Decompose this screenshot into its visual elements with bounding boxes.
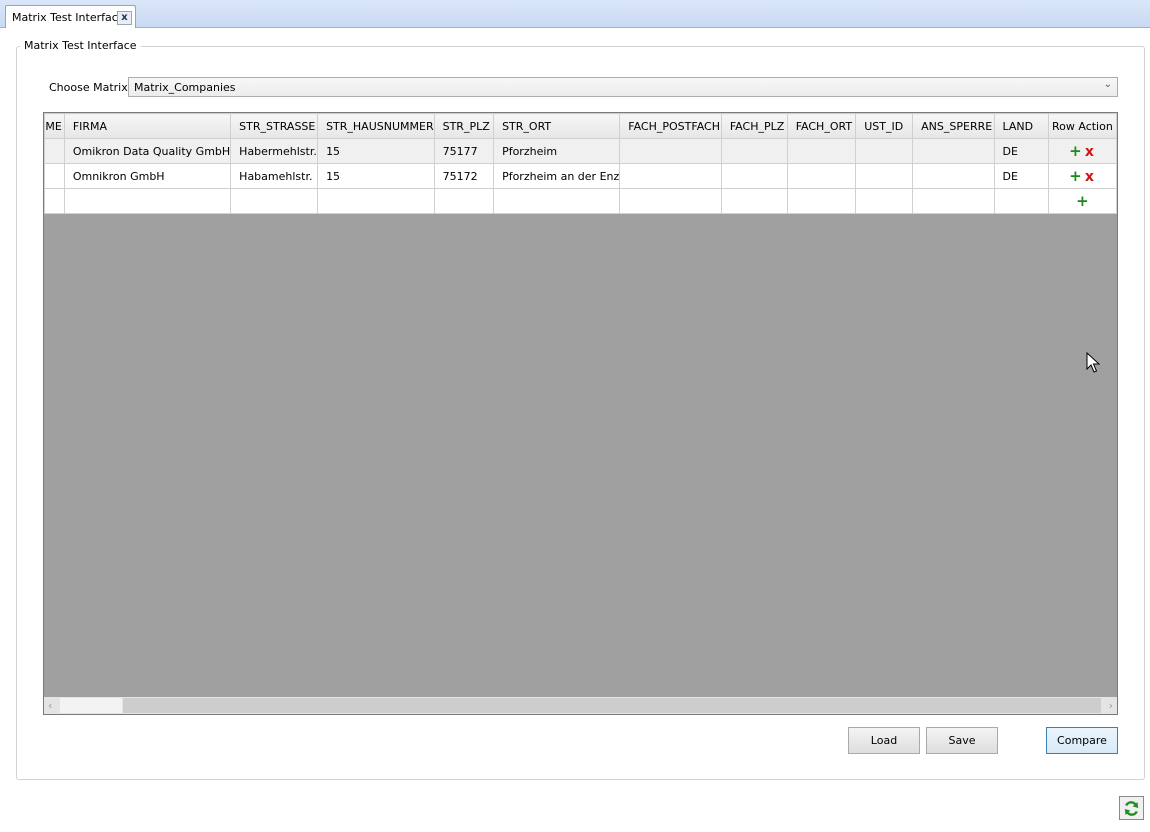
- tab-matrix-test-interface[interactable]: Matrix Test Interface x: [5, 5, 136, 28]
- column-header[interactable]: ANS_SPERRE: [912, 113, 995, 139]
- table-cell[interactable]: [786, 138, 857, 164]
- delete-icon[interactable]: x: [1082, 144, 1096, 160]
- table-cell[interactable]: [230, 188, 319, 214]
- table-cell[interactable]: [855, 138, 914, 164]
- table-cell[interactable]: Habamehlstr.: [230, 163, 319, 189]
- new-row: +: [44, 188, 1117, 214]
- table-cell[interactable]: [720, 188, 788, 214]
- horizontal-scrollbar[interactable]: ‹ ›: [44, 697, 1117, 714]
- table-cell[interactable]: [786, 188, 857, 214]
- table-cell[interactable]: 15: [317, 138, 435, 164]
- table-cell[interactable]: [63, 188, 232, 214]
- group-title: Matrix Test Interface: [20, 39, 141, 52]
- column-header[interactable]: FIRMA: [63, 113, 232, 139]
- table-cell[interactable]: [720, 138, 788, 164]
- row-action-cell: +: [1047, 188, 1117, 214]
- delete-icon[interactable]: x: [1082, 169, 1096, 185]
- table-cell[interactable]: [44, 188, 65, 214]
- column-header[interactable]: UST_ID: [855, 113, 914, 139]
- column-header[interactable]: ME: [44, 113, 65, 139]
- column-header[interactable]: FACH_ORT: [786, 113, 857, 139]
- table-cell[interactable]: [855, 188, 914, 214]
- table-cell[interactable]: 75177: [433, 138, 495, 164]
- chevron-down-icon: ⌄: [1103, 79, 1112, 90]
- plus-icon[interactable]: +: [1068, 167, 1082, 185]
- table-cell[interactable]: Omnikron GmbH: [63, 163, 232, 189]
- column-header[interactable]: FACH_POSTFACH: [619, 113, 722, 139]
- load-button[interactable]: Load: [848, 727, 920, 754]
- column-header[interactable]: STR_PLZ: [433, 113, 495, 139]
- table-cell[interactable]: Pforzheim an der Enz: [493, 163, 621, 189]
- tab-bar: Matrix Test Interface x: [0, 0, 1150, 28]
- row-action-cell: + x: [1047, 138, 1117, 164]
- table-row: Omnikron GmbH Habamehlstr. 15 75172 Pfor…: [44, 163, 1117, 189]
- scrollbar-thumb[interactable]: [123, 698, 1101, 713]
- grid-table: ME FIRMA STR_STRASSE STR_HAUSNUMMER STR_…: [44, 113, 1117, 214]
- table-cell[interactable]: [44, 163, 65, 189]
- refresh-button[interactable]: [1119, 796, 1144, 820]
- column-header-row-action[interactable]: Row Action: [1047, 113, 1117, 139]
- table-cell[interactable]: [493, 188, 621, 214]
- save-button[interactable]: Save: [926, 727, 998, 754]
- table-cell[interactable]: DE: [993, 138, 1049, 164]
- column-header[interactable]: STR_HAUSNUMMER: [317, 113, 435, 139]
- tab-label: Matrix Test Interface: [12, 11, 125, 24]
- plus-icon[interactable]: +: [1075, 192, 1089, 210]
- chevron-right-icon[interactable]: ›: [1109, 699, 1113, 712]
- table-cell[interactable]: DE: [993, 163, 1049, 189]
- table-cell[interactable]: [912, 138, 995, 164]
- table-cell[interactable]: [619, 138, 722, 164]
- table-cell[interactable]: [855, 163, 914, 189]
- column-header[interactable]: STR_STRASSE: [230, 113, 319, 139]
- tab-close-button[interactable]: x: [117, 11, 132, 25]
- table-cell[interactable]: Omikron Data Quality GmbH: [63, 138, 232, 164]
- mouse-pointer-icon: [1086, 352, 1100, 373]
- choose-matrix-label: Choose Matrix:: [49, 81, 132, 94]
- table-cell[interactable]: [433, 188, 495, 214]
- table-cell[interactable]: [619, 163, 722, 189]
- plus-icon[interactable]: +: [1068, 142, 1082, 160]
- matrix-select[interactable]: Matrix_Companies ⌄: [128, 77, 1118, 97]
- table-cell[interactable]: Habermehlstr.: [230, 138, 319, 164]
- data-grid: ME FIRMA STR_STRASSE STR_HAUSNUMMER STR_…: [43, 112, 1118, 715]
- table-cell[interactable]: [720, 163, 788, 189]
- refresh-icon: [1124, 801, 1139, 816]
- table-cell[interactable]: [912, 163, 995, 189]
- header-row: ME FIRMA STR_STRASSE STR_HAUSNUMMER STR_…: [44, 113, 1117, 139]
- table-cell[interactable]: Pforzheim: [493, 138, 621, 164]
- table-cell[interactable]: [317, 188, 435, 214]
- matrix-select-value: Matrix_Companies: [134, 81, 236, 94]
- table-cell[interactable]: [44, 138, 65, 164]
- table-cell[interactable]: 15: [317, 163, 435, 189]
- column-header[interactable]: FACH_PLZ: [720, 113, 788, 139]
- table-row: Omikron Data Quality GmbH Habermehlstr. …: [44, 138, 1117, 164]
- table-cell[interactable]: 75172: [433, 163, 495, 189]
- table-cell[interactable]: [786, 163, 857, 189]
- table-cell[interactable]: [619, 188, 722, 214]
- table-cell[interactable]: [912, 188, 995, 214]
- table-cell[interactable]: [993, 188, 1049, 214]
- compare-button[interactable]: Compare: [1046, 727, 1118, 754]
- scrollbar-track[interactable]: [60, 698, 122, 713]
- row-action-cell: + x: [1047, 163, 1117, 189]
- column-header[interactable]: LAND: [993, 113, 1049, 139]
- column-header[interactable]: STR_ORT: [493, 113, 621, 139]
- chevron-left-icon[interactable]: ‹: [48, 699, 52, 712]
